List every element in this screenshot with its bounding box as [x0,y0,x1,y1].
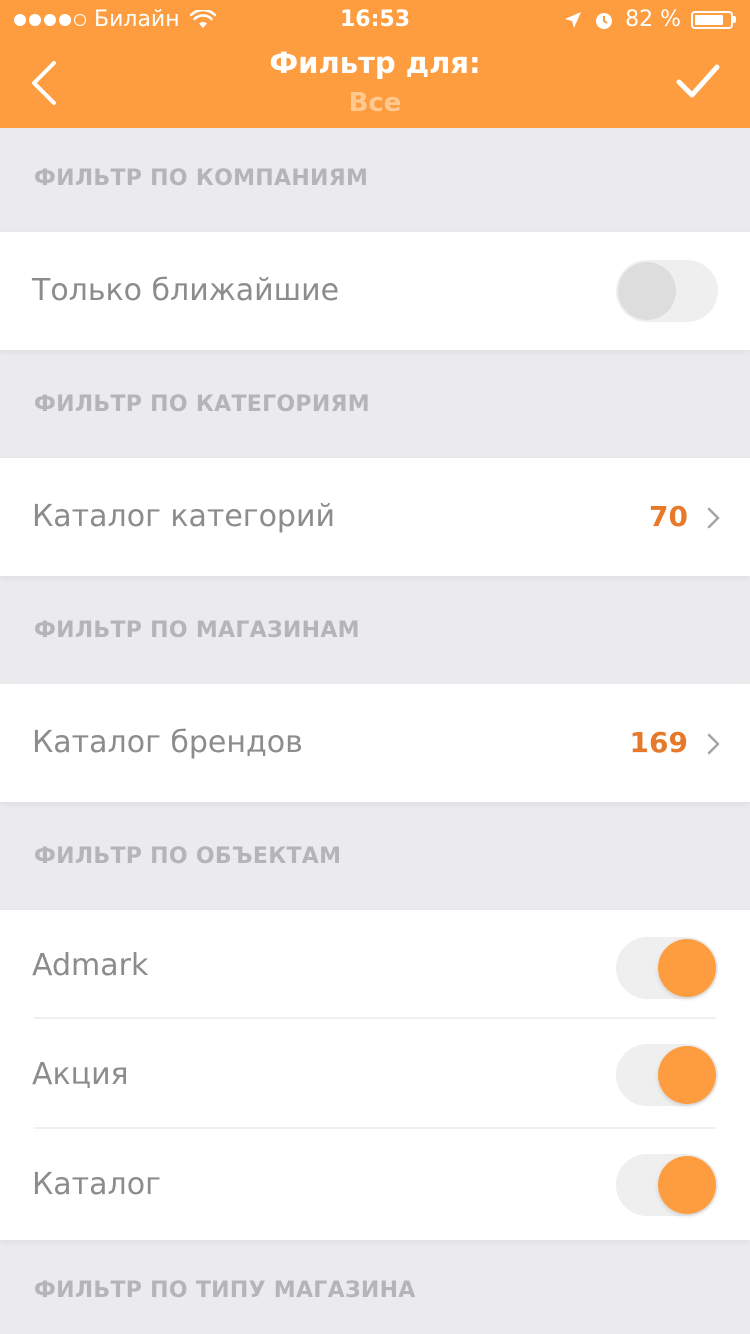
categories-card: Каталог категорий 70 [0,458,750,576]
section-title-shop-type: ФИЛЬТР ПО ТИПУ МАГАЗИНА [34,1278,416,1303]
section-title-categories: ФИЛЬТР ПО КАТЕГОРИЯМ [34,392,370,417]
object-toggle-promo[interactable] [616,1044,718,1106]
object-label-catalog: Каталог [32,1167,161,1202]
row-divider [34,1127,716,1129]
alarm-icon [596,12,613,29]
row-divider [34,1017,716,1019]
object-label-admark: Admark [32,948,149,983]
chevron-right-icon [707,507,720,529]
section-title-shops: ФИЛЬТР ПО МАГАЗИНАМ [34,618,360,643]
toggle-knob [658,1156,716,1214]
page-title: Фильтр для: [269,46,481,80]
object-label-promo: Акция [32,1057,129,1092]
nearest-only-label: Только ближайшие [32,273,340,308]
nav-bar: Билайн 16:53 82 % Фильтр для: Все [0,0,750,128]
object-row-promo[interactable]: Акция [0,1020,750,1130]
brands-catalog-label: Каталог брендов [32,725,303,760]
brands-catalog-row[interactable]: Каталог брендов 169 [0,684,750,802]
section-title-objects: ФИЛЬТР ПО ОБЪЕКТАМ [34,844,342,869]
toggle-knob [658,939,716,997]
nearest-only-toggle[interactable] [616,260,718,322]
object-toggle-admark[interactable] [616,937,718,999]
toggle-knob [618,262,676,320]
status-bar: Билайн 16:53 82 % [0,0,750,40]
categories-count: 70 [649,500,688,533]
shops-card: Каталог брендов 169 [0,684,750,802]
brands-count: 169 [629,726,688,759]
nearest-only-row[interactable]: Только ближайшие [0,232,750,350]
battery-icon [691,10,736,29]
categories-catalog-label: Каталог категорий [32,499,335,534]
object-row-admark[interactable]: Admark [0,910,750,1020]
battery-percent: 82 % [625,7,681,32]
object-row-catalog[interactable]: Каталог [0,1130,750,1240]
toggle-knob [658,1046,716,1104]
categories-catalog-row[interactable]: Каталог категорий 70 [0,458,750,576]
section-title-companies: ФИЛЬТР ПО КОМПАНИЯМ [34,166,369,191]
page-subtitle: Все [348,88,402,118]
confirm-button[interactable] [676,62,720,102]
chevron-right-icon [707,733,720,755]
objects-card: Admark Акция Каталог [0,910,750,1240]
companies-card: Только ближайшие [0,232,750,350]
object-toggle-catalog[interactable] [616,1154,718,1216]
location-arrow-icon [565,11,582,28]
